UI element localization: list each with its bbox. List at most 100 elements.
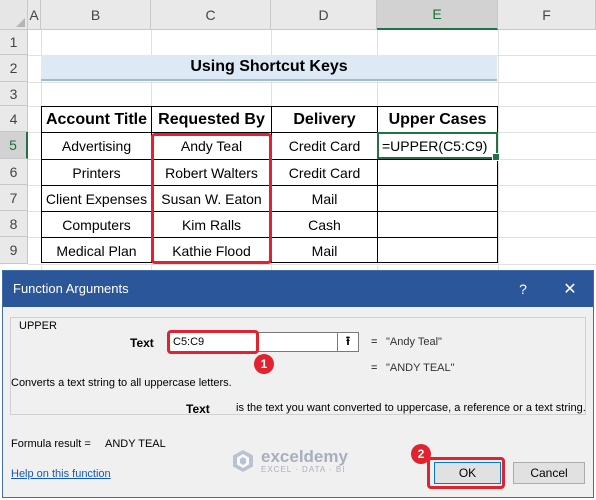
sheet-title-cell[interactable]: Using Shortcut Keys <box>41 55 497 81</box>
column-header-f[interactable]: F <box>498 0 596 30</box>
cell-text: Credit Card <box>288 164 361 181</box>
arg-equals-sign: = <box>371 336 378 348</box>
arg-description: is the text you want converted to upperc… <box>236 402 586 414</box>
table-cell[interactable]: Computers <box>42 212 151 237</box>
step-badge-1: 1 <box>254 354 274 374</box>
row-header-3-label: 3 <box>9 85 18 102</box>
gridline <box>28 264 596 265</box>
ok-button[interactable]: OK <box>434 462 501 484</box>
column-header-f-label: F <box>542 6 551 23</box>
table-divider <box>41 211 498 212</box>
table-cell[interactable]: Client Expenses <box>42 186 151 211</box>
column-header-b-label: B <box>90 6 101 23</box>
sheet-title: Using Shortcut Keys <box>190 58 348 75</box>
row-header-3[interactable]: 3 <box>0 82 28 106</box>
function-equals-sign: = <box>371 362 378 374</box>
table-cell[interactable]: Mail <box>272 186 377 211</box>
table-cell[interactable]: Kathie Flood <box>152 238 271 263</box>
table-cell[interactable]: Mail <box>272 238 377 263</box>
cell-text: Robert Walters <box>165 164 258 181</box>
watermark-name: exceldemy <box>261 447 348 466</box>
row-header-4-label: 4 <box>9 110 18 127</box>
watermark: exceldemy EXCEL · DATA · BI <box>231 448 348 474</box>
cell-text: Computers <box>62 216 131 233</box>
header-account-title-label: Account Title <box>45 110 148 128</box>
column-header-e[interactable]: E <box>377 0 498 30</box>
collapse-dialog-icon[interactable]: ⭱ <box>337 332 359 352</box>
table-cell[interactable] <box>378 212 497 237</box>
table-divider <box>41 185 498 186</box>
table-cell[interactable]: Credit Card <box>272 160 377 185</box>
function-description: Converts a text string to all uppercase … <box>11 377 232 389</box>
spreadsheet-grid[interactable]: A B C D E F 1 2 3 4 5 6 7 8 9 Using Shor… <box>0 0 596 270</box>
formula-result-label: Formula result = <box>11 438 91 450</box>
arg-label: Text <box>130 336 154 350</box>
arg-result: "Andy Teal" <box>386 336 442 348</box>
cell-text: Printers <box>72 164 121 181</box>
help-icon[interactable]: ? <box>508 277 538 301</box>
table-cell[interactable]: Andy Teal <box>152 133 271 159</box>
dialog-titlebar[interactable]: Function Arguments ? ✕ <box>3 271 593 307</box>
select-all-button[interactable] <box>0 0 28 30</box>
row-header-2-label: 2 <box>9 60 18 76</box>
header-upper-cases-label: Upper Cases <box>388 110 487 128</box>
function-result: "ANDY TEAL" <box>386 362 455 374</box>
column-header-c[interactable]: C <box>151 0 271 30</box>
table-cell[interactable] <box>378 186 497 211</box>
gridline <box>498 30 499 270</box>
table-cell[interactable] <box>378 160 497 185</box>
table-cell[interactable]: Cash <box>272 212 377 237</box>
table-cell[interactable]: Advertising <box>42 133 151 159</box>
table-cell[interactable] <box>378 238 497 263</box>
dialog-title: Function Arguments <box>13 281 129 296</box>
function-arguments-dialog: Function Arguments ? ✕ UPPER Text C5:C9 … <box>2 270 594 498</box>
table-cell[interactable]: Printers <box>42 160 151 185</box>
cell-text: Medical Plan <box>56 242 137 259</box>
header-delivery-label: Delivery <box>293 110 356 128</box>
row-header-9[interactable]: 9 <box>0 237 28 264</box>
row-header-8[interactable]: 8 <box>0 211 28 237</box>
cell-text: Kathie Flood <box>172 242 251 259</box>
header-account-title[interactable]: Account Title <box>42 107 151 132</box>
column-header-e-label: E <box>432 6 442 22</box>
function-name: UPPER <box>19 320 57 332</box>
row-header-6-label: 6 <box>9 163 18 180</box>
cancel-button[interactable]: Cancel <box>513 462 585 484</box>
text-argument-input[interactable]: C5:C9 <box>169 332 359 352</box>
table-cell[interactable]: Kim Ralls <box>152 212 271 237</box>
row-header-2[interactable]: 2 <box>0 55 28 82</box>
close-icon[interactable]: ✕ <box>555 277 585 301</box>
header-upper-cases[interactable]: Upper Cases <box>378 107 497 132</box>
active-cell-e5[interactable]: =UPPER(C5:C9) <box>377 132 500 161</box>
formula-result-value: ANDY TEAL <box>105 438 166 450</box>
row-header-5-label: 5 <box>9 137 17 153</box>
table-cell[interactable]: Susan W. Eaton <box>152 186 271 211</box>
column-header-d-label: D <box>318 6 329 23</box>
row-header-7-label: 7 <box>9 189 18 206</box>
table-cell[interactable]: Credit Card <box>272 133 377 159</box>
cell-text: Credit Card <box>288 138 361 154</box>
table-cell[interactable]: Medical Plan <box>42 238 151 263</box>
column-header-a-label: A <box>29 6 39 23</box>
row-header-4[interactable]: 4 <box>0 106 28 132</box>
gridline <box>28 82 596 83</box>
header-requested-by[interactable]: Requested By <box>152 107 271 132</box>
column-header-c-label: C <box>205 6 216 23</box>
column-header-d[interactable]: D <box>271 0 377 30</box>
cell-text: Advertising <box>61 138 132 154</box>
column-header-a[interactable]: A <box>28 0 41 30</box>
row-header-8-label: 8 <box>9 215 18 232</box>
header-delivery[interactable]: Delivery <box>272 107 377 132</box>
cell-text: Mail <box>311 242 338 259</box>
watermark-tagline: EXCEL · DATA · BI <box>261 465 346 474</box>
active-cell-formula: =UPPER(C5:C9) <box>382 137 488 154</box>
row-header-7[interactable]: 7 <box>0 185 28 211</box>
row-header-6[interactable]: 6 <box>0 159 28 185</box>
help-on-function-link[interactable]: Help on this function <box>11 468 111 480</box>
cell-text: Mail <box>311 190 338 207</box>
column-header-b[interactable]: B <box>41 0 151 30</box>
row-header-5[interactable]: 5 <box>0 132 28 159</box>
row-header-1-label: 1 <box>9 34 18 50</box>
row-header-1[interactable]: 1 <box>0 30 28 55</box>
table-cell[interactable]: Robert Walters <box>152 160 271 185</box>
